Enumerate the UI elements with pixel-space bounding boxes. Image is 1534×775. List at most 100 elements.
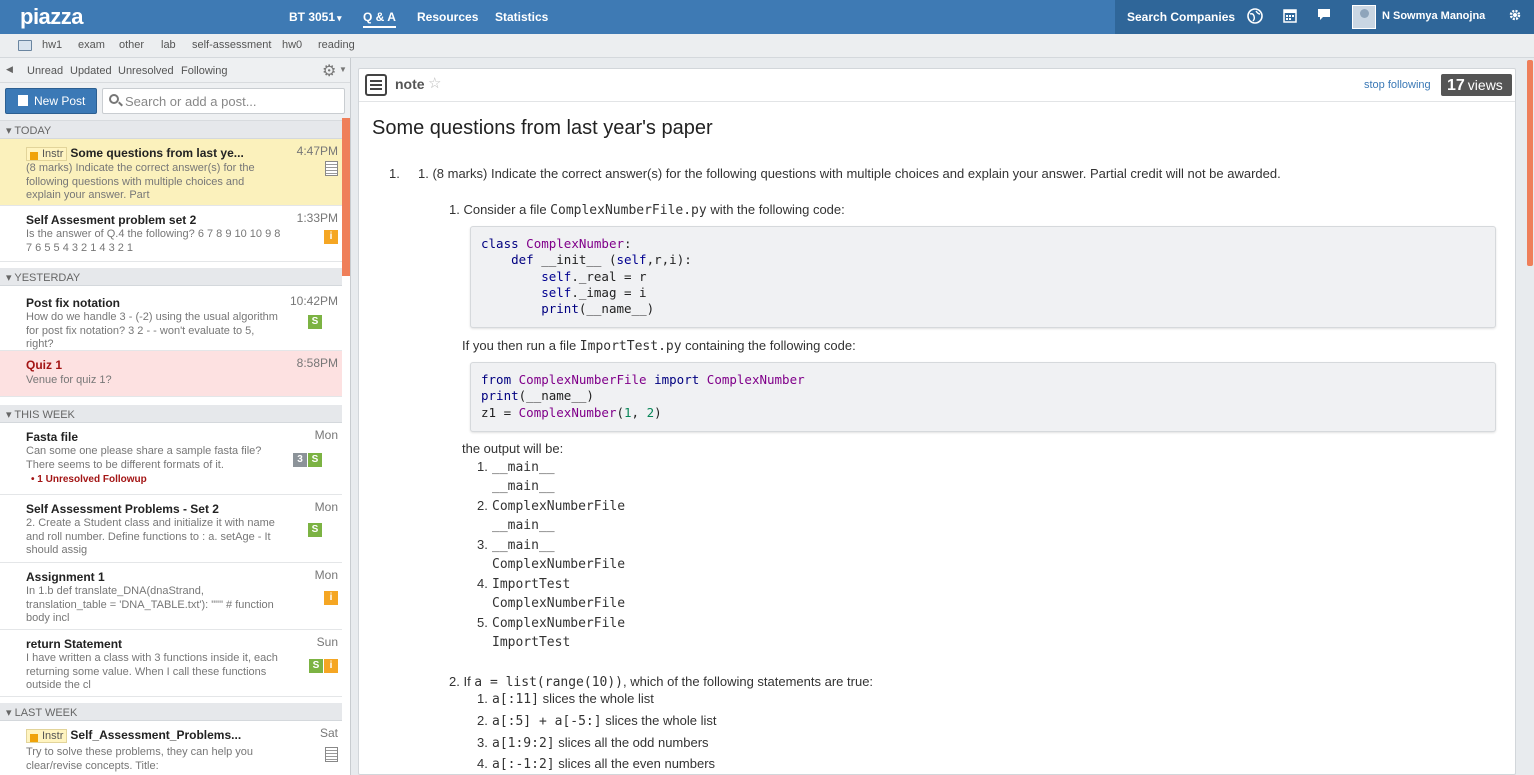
post-list: ▾ TODAY Instr Some questions from last ye… <box>0 121 342 775</box>
star-icon[interactable]: ☆ <box>428 74 441 92</box>
list-item[interactable]: Fasta file Mon 3S Can some one please sh… <box>0 423 342 495</box>
list-item[interactable]: Post fix notation 10:42PM S How do we ha… <box>0 286 342 351</box>
post-snippet: Venue for quiz 1? <box>26 374 112 386</box>
views-count: 17 <box>1447 77 1465 94</box>
post-list-scrollbar[interactable] <box>342 118 350 276</box>
student-answer-badge: S <box>308 315 322 329</box>
answer-option: 1. __main__ __main__ <box>477 459 555 494</box>
answer-option: 4. ImportTest ComplexNumberFile <box>477 576 626 611</box>
folder-lab[interactable]: lab <box>161 39 176 51</box>
post-time: Mon <box>314 568 338 582</box>
post-snippet: How do we handle 3 - (-2) using the usua… <box>26 311 278 350</box>
filter-following[interactable]: Following <box>181 65 227 77</box>
folder-hw0[interactable]: hw0 <box>282 39 302 51</box>
post-title: Instr Self_Assessment_Problems... <box>26 728 248 743</box>
post-badges <box>325 161 338 179</box>
note-header: note ☆ stop following 17 views <box>359 69 1515 102</box>
answer-option: 2. ComplexNumberFile __main__ <box>477 498 626 533</box>
list-item[interactable]: Self Assessment Problems - Set 2 Mon S 2… <box>0 495 342 563</box>
avatar[interactable] <box>1352 5 1376 29</box>
post-snippet: I have written a class with 3 functions … <box>26 652 278 691</box>
nav-resources-tab[interactable]: Resources <box>417 10 478 24</box>
folder-other[interactable]: other <box>119 39 144 51</box>
note-menu-icon[interactable] <box>365 74 387 96</box>
search-companies-link[interactable]: Search Companies <box>1127 10 1235 24</box>
top-navigation-bar: piazza BT 3051 ▾ Q & A Resources Statisti… <box>0 0 1534 34</box>
folder-bar: hw1 exam other lab self-assessment hw0 r… <box>0 34 1534 58</box>
group-header-today[interactable]: ▾ TODAY <box>0 121 342 139</box>
folder-self-assessment[interactable]: self-assessment <box>192 39 271 51</box>
unresolved-followup[interactable]: • 1 Unresolved Followup <box>31 474 147 485</box>
compose-icon <box>18 95 28 106</box>
filter-updated[interactable]: Updated <box>70 65 112 77</box>
search-input[interactable] <box>102 88 345 114</box>
post-type-label: note <box>395 76 425 92</box>
post-title: Self Assesment problem set 2 <box>26 213 197 227</box>
piazza-logo[interactable]: piazza <box>20 4 84 30</box>
user-name[interactable]: N Sowmya Manojna <box>1382 10 1485 22</box>
post-time: Mon <box>314 428 338 442</box>
instructor-answer-badge: i <box>324 230 338 244</box>
answer-option: 5. ComplexNumberFile ImportTest <box>477 615 626 650</box>
note-doc-icon <box>325 747 338 762</box>
instructor-answer-badge: i <box>324 591 338 605</box>
chat-icon[interactable] <box>1316 8 1332 24</box>
folder-exam[interactable]: exam <box>78 39 105 51</box>
post-title: Fasta file <box>26 430 79 444</box>
list-item[interactable]: Self Assesment problem set 2 1:33PM i Is… <box>0 206 342 262</box>
filter-unread[interactable]: Unread <box>27 65 63 77</box>
post-snippet: 2. Create a Student class and initialize… <box>26 517 275 556</box>
views-counter: 17 views <box>1441 74 1512 96</box>
post-time: 10:42PM <box>289 294 338 308</box>
gear-icon[interactable] <box>1507 8 1523 24</box>
globe-icon[interactable] <box>1247 8 1263 24</box>
stop-following-link[interactable]: stop following <box>1364 79 1431 91</box>
list-item[interactable]: return Statement Sun Si I have written a… <box>0 630 342 697</box>
group-header-yesterday[interactable]: ▾ YESTERDAY <box>0 268 342 286</box>
calendar-icon[interactable] <box>1282 8 1298 24</box>
post-badges: i <box>323 228 338 244</box>
student-answer-badge: S <box>308 523 322 537</box>
post-time: 4:47PM <box>296 144 338 158</box>
student-answer-badge: S <box>309 659 323 673</box>
collapse-left-icon[interactable]: ◀ <box>6 64 13 75</box>
list-item[interactable]: Instr Self_Assessment_Problems... Sat Try… <box>0 721 342 775</box>
post-time: Mon <box>314 500 338 514</box>
post-title: return Statement <box>26 637 123 651</box>
folder-icon[interactable] <box>18 40 32 51</box>
student-answer-badge: S <box>308 453 322 467</box>
instructor-badge: Instr <box>26 147 68 161</box>
folder-reading[interactable]: reading <box>318 39 355 51</box>
run-instruction: If you then run a file ImportTest.py con… <box>462 338 856 354</box>
post-badges: S <box>307 521 322 537</box>
post-snippet: Is the answer of Q.4 the following? 6 7 … <box>26 228 281 254</box>
views-label: views <box>1467 77 1503 93</box>
note-view-panel: note ☆ stop following 17 views Some quest… <box>358 68 1516 775</box>
group-header-last-week[interactable]: ▾ LAST WEEK <box>0 703 342 721</box>
chevron-down-icon: ▾ <box>337 13 342 23</box>
answer-option: 1. a[:11] slices the whole list <box>477 691 654 707</box>
filter-unresolved[interactable]: Unresolved <box>118 65 174 77</box>
chevron-down-icon[interactable]: ▼ <box>339 65 347 74</box>
new-post-button[interactable]: New Post <box>5 88 97 114</box>
action-bar: New Post <box>0 83 350 121</box>
nav-qa-tab[interactable]: Q & A <box>363 10 396 28</box>
post-title: Instr Some questions from last ye... <box>26 146 248 161</box>
settings-gear-icon[interactable]: ⚙ <box>322 61 336 81</box>
page-scrollbar[interactable] <box>1527 60 1533 266</box>
code-block: class ComplexNumber: def __init__ (self,… <box>470 226 1496 328</box>
list-item[interactable]: Assignment 1 Mon i In 1.b def translate_… <box>0 563 342 630</box>
folder-hw1[interactable]: hw1 <box>42 39 62 51</box>
subquestion-1: 1. Consider a file ComplexNumberFile.py … <box>449 202 845 218</box>
post-title: Post fix notation <box>26 296 120 310</box>
course-dropdown[interactable]: BT 3051 ▾ <box>289 10 342 24</box>
list-item[interactable]: Quiz 1 8:58PM Venue for quiz 1? <box>0 351 342 397</box>
group-header-this-week[interactable]: ▾ THIS WEEK <box>0 405 342 423</box>
post-title: Assignment 1 <box>26 570 105 584</box>
post-snippet: (8 marks) Indicate the correct answer(s)… <box>26 162 255 201</box>
post-badges: Si <box>308 657 338 673</box>
instructor-badge: Instr <box>26 729 68 743</box>
list-item[interactable]: Instr Some questions from last ye... 4:47… <box>0 139 342 206</box>
nav-statistics-tab[interactable]: Statistics <box>495 10 548 24</box>
post-badges <box>325 747 338 765</box>
